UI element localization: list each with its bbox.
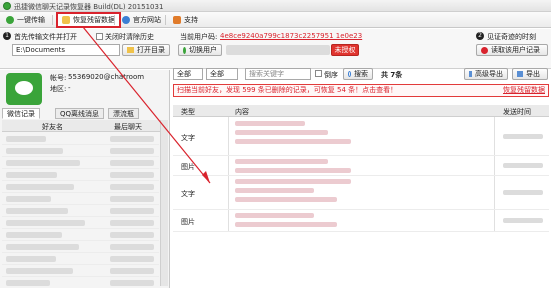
friend-name-blurred <box>6 160 80 166</box>
step-2-label: 见证奇迹的时刻 <box>487 33 536 41</box>
friend-name-blurred <box>6 220 85 226</box>
tab-wechat-records[interactable]: 微信记录 <box>2 108 40 119</box>
user-select-blurred[interactable] <box>226 45 330 55</box>
region-label: 地区: <box>50 85 67 93</box>
send-time-blurred <box>503 134 543 139</box>
friend-name-blurred <box>6 136 46 142</box>
read-user-records-button[interactable]: 读取该用户记录 <box>476 44 548 56</box>
toolbar-divider <box>114 15 115 25</box>
friend-name-blurred <box>6 256 56 262</box>
reverse-order-checkbox[interactable] <box>315 70 322 77</box>
friend-name-blurred <box>6 280 50 286</box>
friend-row[interactable] <box>2 277 159 288</box>
friend-name-blurred <box>6 148 63 154</box>
friend-row[interactable] <box>2 241 159 253</box>
reverse-order-label: 倒序 <box>324 71 338 79</box>
message-content-blurred <box>235 168 351 173</box>
step-2-number: 2 <box>476 32 484 40</box>
last-chat-blurred <box>110 196 154 202</box>
app-logo-icon <box>3 2 11 10</box>
support-icon <box>173 16 181 24</box>
friend-row[interactable] <box>2 253 159 265</box>
send-time-blurred <box>503 190 543 195</box>
message-row[interactable]: 图片 <box>173 156 549 176</box>
chat-bubble-icon <box>15 81 33 95</box>
message-content-blurred <box>235 188 314 193</box>
last-chat-blurred <box>110 256 154 262</box>
message-content-blurred <box>235 130 328 135</box>
message-content-blurred <box>235 121 305 126</box>
search-icon <box>348 71 351 77</box>
message-content-blurred <box>235 179 351 184</box>
last-chat-blurred <box>110 280 154 286</box>
friend-row[interactable] <box>2 217 159 229</box>
message-row[interactable]: 文字 <box>173 176 549 210</box>
red-arrow-annotation <box>82 26 211 184</box>
deleted-records-warning[interactable]: 扫描当前好友，发现 599 条已删除的记录，可恢复 54 条！点击查看！ 恢复残… <box>173 84 549 97</box>
message-content-blurred <box>235 159 328 164</box>
title-bar: 迅捷微信聊天记录恢复器 Build(DL) 20151031 <box>0 0 551 12</box>
export-icon <box>517 71 523 77</box>
account-label: 帐号: <box>50 74 67 82</box>
export-icon <box>469 71 472 77</box>
one-click-transfer-button[interactable]: 一键传输 <box>2 13 49 27</box>
step-1-label: 首先传输文件并打开 <box>14 33 77 41</box>
friend-name-blurred <box>6 268 73 274</box>
export-button[interactable]: 导出 <box>512 68 548 80</box>
folder-icon <box>62 16 70 24</box>
last-chat-blurred <box>110 268 154 274</box>
friend-name-blurred <box>6 196 51 202</box>
message-list: 文字 图片 文字 图片 <box>173 118 549 232</box>
recover-residual-link[interactable]: 恢复残留数据 <box>503 85 545 96</box>
message-content-blurred <box>235 213 314 218</box>
last-chat-blurred <box>110 232 154 238</box>
unauthorized-badge[interactable]: 未授权 <box>331 44 359 56</box>
friend-row[interactable] <box>2 229 159 241</box>
col-send-time: 发送时间 <box>503 108 531 116</box>
read-icon <box>481 46 488 54</box>
friend-name-blurred <box>6 232 62 238</box>
window-title: 迅捷微信聊天记录恢复器 Build(DL) 20151031 <box>14 3 164 11</box>
message-type: 图片 <box>181 218 195 226</box>
friend-name-blurred <box>6 244 79 250</box>
advanced-export-button[interactable]: 高级导出 <box>464 68 508 80</box>
last-chat-blurred <box>110 208 154 214</box>
message-content-blurred <box>235 139 351 144</box>
send-time-blurred <box>503 218 543 223</box>
region-value: - <box>68 84 71 92</box>
transfer-icon <box>6 16 14 24</box>
last-chat-blurred <box>110 220 154 226</box>
message-table-header: 类型 内容 发送时间 <box>173 105 549 117</box>
step-1-number: 1 <box>3 32 11 40</box>
friend-row[interactable] <box>2 205 159 217</box>
col-content: 内容 <box>235 108 249 116</box>
toolbar-divider <box>165 15 166 25</box>
message-row[interactable]: 文字 <box>173 118 549 156</box>
search-button[interactable]: 搜索 <box>343 68 373 80</box>
friend-row[interactable] <box>2 265 159 277</box>
globe-icon <box>122 16 130 24</box>
col-friend-name: 好友名 <box>42 123 63 131</box>
message-content-blurred <box>235 222 337 227</box>
last-chat-blurred <box>110 244 154 250</box>
message-row[interactable]: 图片 <box>173 210 549 232</box>
friend-name-blurred <box>6 184 74 190</box>
toolbar-divider <box>52 15 53 25</box>
message-content-blurred <box>235 197 337 202</box>
send-time-blurred <box>503 163 543 168</box>
friend-name-blurred <box>6 172 57 178</box>
wechat-avatar-icon <box>6 73 42 105</box>
friend-name-blurred <box>6 208 68 214</box>
current-user-code[interactable]: 4e8ce9240a799c1873c2257951 1e0e23 <box>220 32 362 40</box>
total-count: 共 7条 <box>381 71 403 79</box>
search-input[interactable]: 搜索关键字 <box>245 68 311 80</box>
